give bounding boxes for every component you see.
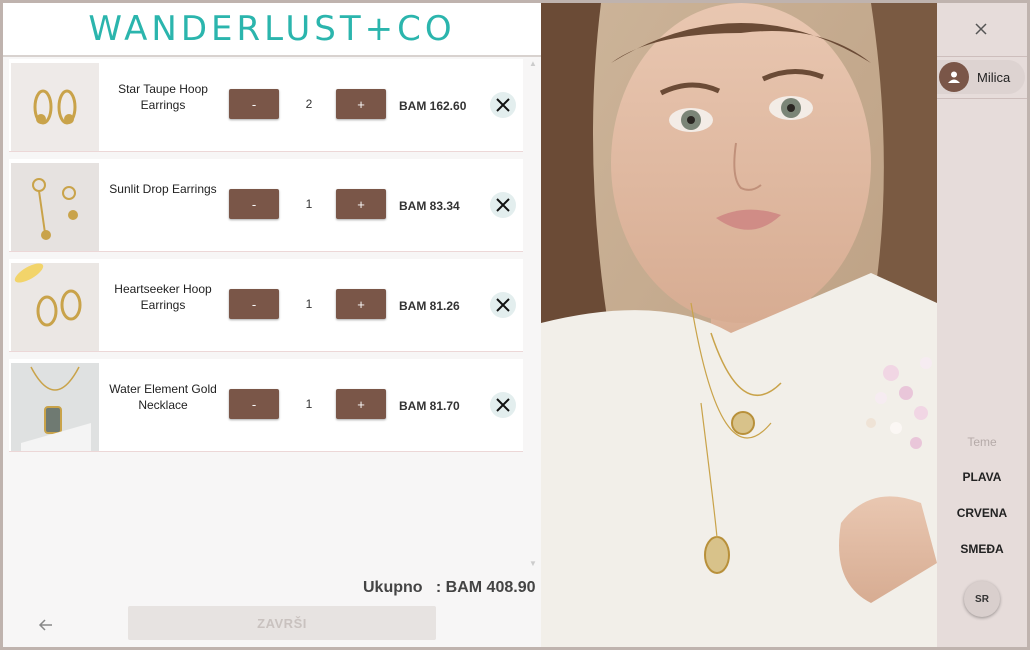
remove-icon[interactable] [490, 292, 516, 318]
cart-row: Star Taupe Hoop Earrings - 2 + BAM 162.6… [9, 59, 523, 152]
user-chip[interactable]: Milica [937, 60, 1025, 94]
decrease-button[interactable]: - [229, 189, 279, 219]
theme-option-blue[interactable]: PLAVA [937, 470, 1027, 484]
scroll-up-icon[interactable]: ▲ [529, 59, 537, 68]
increase-button[interactable]: + [336, 389, 386, 419]
cart-row: Heartseeker Hoop Earrings - 1 + BAM 81.2… [9, 259, 523, 352]
total-value: : BAM 408.90 [435, 579, 536, 596]
divider [937, 56, 1027, 57]
cart-list: Star Taupe Hoop Earrings - 2 + BAM 162.6… [9, 59, 523, 569]
increase-button[interactable]: + [336, 289, 386, 319]
close-icon[interactable] [973, 21, 989, 37]
user-name: Milica [977, 69, 1011, 85]
decrease-button[interactable]: - [229, 289, 279, 319]
cart-panel: WANDERLUST+CO Star Taupe Hoop Earrings -… [3, 3, 541, 647]
theme-option-red[interactable]: CRVENA [937, 506, 1027, 520]
theme-option-brown[interactable]: SMEĐA [937, 542, 1027, 556]
finish-button[interactable]: ZAVRŠI [128, 606, 436, 640]
brand-logo: WANDERLUST+CO [88, 9, 456, 49]
product-image [11, 63, 99, 151]
increase-button[interactable]: + [336, 189, 386, 219]
themes-label: Teme [967, 435, 997, 449]
product-name: Heartseeker Hoop Earrings [114, 282, 212, 312]
cart-row: Water Element Gold Necklace - 1 + BAM 81… [9, 359, 523, 452]
language-button[interactable]: SR [964, 581, 1000, 617]
product-image [11, 163, 99, 251]
increase-button[interactable]: + [336, 89, 386, 119]
item-price: BAM 162.60 [399, 99, 467, 113]
total-label: Ukupno [363, 579, 423, 596]
quantity-value: 1 [305, 297, 313, 311]
side-menu: Milica Teme PLAVA CRVENA SMEĐA SR [937, 3, 1027, 647]
model-photo [541, 3, 937, 647]
remove-icon[interactable] [490, 192, 516, 218]
cart-total: Ukupno : BAM 408.90 [363, 579, 535, 597]
scroll-down-icon[interactable]: ▼ [529, 559, 537, 568]
person-icon [939, 62, 969, 92]
header: WANDERLUST+CO [3, 3, 541, 57]
cart-row: Sunlit Drop Earrings - 1 + BAM 83.34 [9, 159, 523, 252]
product-image [11, 263, 99, 351]
remove-icon[interactable] [490, 92, 516, 118]
decrease-button[interactable]: - [229, 89, 279, 119]
product-name: Water Element Gold Necklace [109, 382, 217, 412]
back-arrow-icon[interactable] [36, 615, 56, 635]
item-price: BAM 81.70 [399, 399, 460, 413]
item-price: BAM 83.34 [399, 199, 460, 213]
divider [937, 98, 1027, 99]
item-price: BAM 81.26 [399, 299, 460, 313]
quantity-value: 1 [305, 197, 313, 211]
product-image [11, 363, 99, 451]
remove-icon[interactable] [490, 392, 516, 418]
product-name: Sunlit Drop Earrings [109, 182, 217, 196]
scrollbar[interactable]: ▲ ▼ [527, 59, 539, 573]
decrease-button[interactable]: - [229, 389, 279, 419]
quantity-value: 2 [305, 97, 313, 111]
quantity-value: 1 [305, 397, 313, 411]
product-name: Star Taupe Hoop Earrings [118, 82, 208, 112]
